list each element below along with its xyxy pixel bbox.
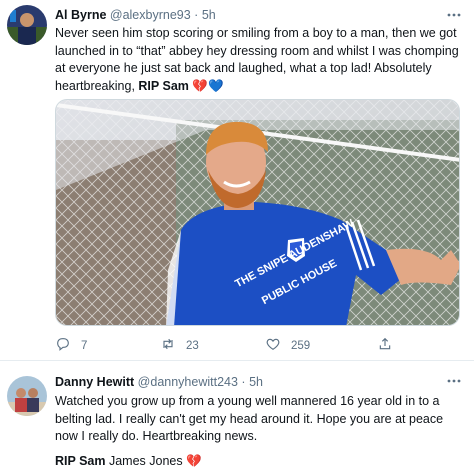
- display-name[interactable]: Danny Hewitt: [55, 375, 134, 389]
- user-handle[interactable]: @alexbyrne93: [110, 8, 191, 22]
- tweet-header: Al Byrne @alexbyrne93 · 5h: [55, 8, 216, 22]
- tweet-card[interactable]: Danny Hewitt @dannyhewitt243 · 5h Watche…: [0, 362, 474, 470]
- avatar[interactable]: [7, 376, 47, 416]
- like-icon: [265, 336, 281, 355]
- tweet-card[interactable]: Al Byrne @alexbyrne93 · 5h Never seen hi…: [0, 0, 474, 361]
- reply-button[interactable]: 7: [55, 336, 87, 355]
- share-button[interactable]: [377, 336, 393, 355]
- tweet-text-bold: RIP Sam: [138, 78, 189, 93]
- tweet-text-main: Never seen him stop scoring or smiling f…: [55, 26, 459, 93]
- tweet-emoji: 💔💙: [192, 78, 224, 93]
- retweet-button[interactable]: 23: [160, 336, 199, 355]
- tweet-text-name: James Jones: [105, 454, 187, 468]
- tweet-photo[interactable]: THE SNIPE AUDENSHAW PUBLIC HOUSE: [55, 99, 460, 326]
- like-count: 259: [291, 339, 311, 352]
- retweet-count: 23: [186, 339, 199, 352]
- display-name[interactable]: Al Byrne: [55, 8, 106, 22]
- like-button[interactable]: 259: [265, 336, 310, 355]
- retweet-icon: [160, 336, 176, 355]
- timestamp[interactable]: 5h: [202, 8, 216, 22]
- tweet-emoji: 💔: [186, 454, 202, 468]
- tweet-signoff: RIP Sam James Jones 💔: [55, 454, 202, 469]
- tweet-text: Never seen him stop scoring or smiling f…: [55, 25, 465, 95]
- avatar[interactable]: [7, 5, 47, 45]
- separator: ·: [241, 375, 246, 389]
- tweet-text-bold: RIP Sam: [55, 454, 106, 468]
- more-icon[interactable]: [446, 376, 462, 386]
- user-handle[interactable]: @dannyhewitt243: [138, 375, 238, 389]
- share-icon: [377, 336, 393, 355]
- tweet-text: Watched you grow up from a young well ma…: [55, 394, 444, 443]
- timestamp[interactable]: 5h: [249, 375, 263, 389]
- reply-count: 7: [81, 339, 88, 352]
- tweet-actions: 7 23 259: [55, 336, 455, 354]
- separator: ·: [194, 8, 199, 22]
- more-icon[interactable]: [446, 10, 462, 20]
- tweet-header: Danny Hewitt @dannyhewitt243 · 5h: [55, 375, 263, 389]
- reply-icon: [55, 336, 71, 355]
